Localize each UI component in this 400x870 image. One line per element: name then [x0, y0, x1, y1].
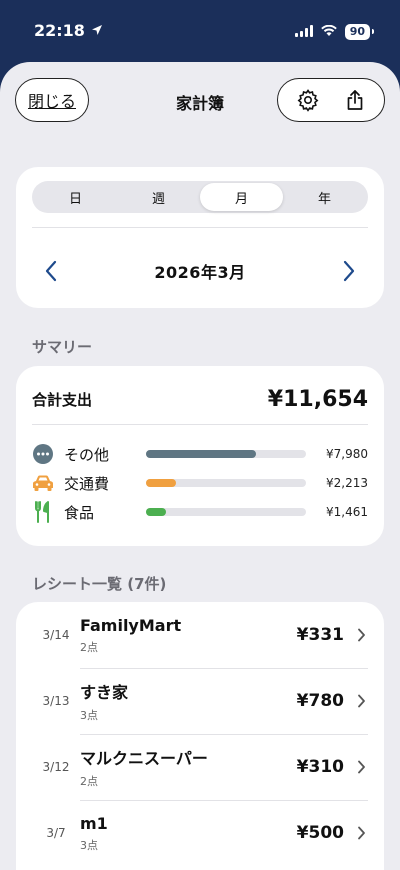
category-row: 交通費 ¥2,213 — [32, 471, 368, 495]
chevron-right-icon — [354, 694, 368, 708]
segment-2[interactable]: 月 — [200, 183, 283, 211]
status-bar: 22:18 90 — [0, 0, 400, 62]
category-name: 交通費 — [64, 474, 110, 493]
receipt-name: FamilyMart — [80, 615, 182, 635]
period-label: 2026年3月 — [154, 263, 246, 282]
receipt-date: 3/12 — [42, 760, 70, 774]
divider — [32, 424, 368, 425]
receipt-row[interactable]: 3/13 すき家 3点 ¥780 — [16, 668, 384, 734]
location-arrow-icon — [91, 21, 103, 40]
battery-indicator: 90 — [344, 23, 375, 40]
receipt-row[interactable]: 3/7 m1 3点 ¥500 — [16, 800, 384, 866]
category-name: 食品 — [64, 503, 95, 522]
receipt-row[interactable]: 3/14 FamilyMart 2点 ¥331 — [16, 602, 384, 668]
gear-icon[interactable] — [295, 87, 321, 113]
receipt-date: 3/13 — [42, 694, 70, 708]
nav-actions — [277, 78, 385, 122]
category-bar — [146, 508, 306, 516]
divider — [80, 800, 368, 801]
category-amount: ¥2,213 — [326, 476, 368, 490]
receipt-name: マルクニスーパー — [80, 749, 208, 768]
receipt-date: 3/7 — [46, 826, 66, 840]
receipt-name: m1 — [80, 813, 108, 833]
receipt-amount: ¥780 — [296, 691, 344, 711]
total-label: 合計支出 — [32, 390, 93, 409]
receipt-item-count: 2点 — [80, 775, 98, 788]
category-bar — [146, 479, 306, 487]
category-bar-fill — [146, 450, 256, 458]
category-amount: ¥1,461 — [326, 505, 368, 519]
period-segmented-control: 日週月年 — [32, 181, 368, 213]
segment-3[interactable]: 年 — [283, 183, 366, 211]
divider — [80, 734, 368, 735]
chevron-left-icon — [45, 260, 57, 282]
category-bar — [146, 450, 306, 458]
receipt-amount: ¥331 — [296, 625, 344, 645]
share-icon[interactable] — [342, 87, 368, 113]
segment-1[interactable]: 週 — [117, 183, 200, 211]
segment-0[interactable]: 日 — [34, 183, 117, 211]
previous-period-button[interactable] — [40, 260, 62, 282]
receipt-name: すき家 — [80, 683, 129, 702]
more-dots-icon — [32, 443, 54, 465]
summary-section-title: サマリー — [32, 338, 93, 356]
sheet: 閉じる 家計簿 日週月年 2026年3月 サマリー 合計支出 ¥11,654 そ… — [0, 62, 400, 870]
category-bar-fill — [146, 508, 166, 516]
receipt-item-count: 2点 — [80, 640, 98, 654]
divider — [80, 668, 368, 669]
receipt-item-count: 3点 — [80, 838, 98, 852]
signal-icon — [294, 22, 313, 41]
receipt-item-count: 3点 — [80, 709, 98, 722]
category-row: 食品 ¥1,461 — [32, 500, 368, 524]
category-row: その他 ¥7,980 — [32, 442, 368, 466]
receipt-date: 3/14 — [42, 628, 70, 642]
receipts-card: 3/14 FamilyMart 2点 ¥331 3/13 すき家 3点 ¥780 3/12 マルク… — [16, 602, 384, 870]
chevron-right-icon — [354, 628, 368, 642]
chevron-right-icon — [354, 760, 368, 774]
receipts-section-title: レシート一覧 (7件) — [32, 575, 167, 593]
total-value: ¥11,654 — [267, 386, 368, 412]
fork-knife-icon — [32, 501, 54, 523]
status-time: 22:18 — [34, 21, 103, 40]
category-name: その他 — [64, 445, 110, 464]
chevron-right-icon — [354, 826, 368, 840]
wifi-icon — [320, 22, 337, 41]
receipt-amount: ¥310 — [296, 757, 344, 777]
next-period-button[interactable] — [338, 260, 360, 282]
chevron-right-icon — [343, 260, 355, 282]
car-icon — [32, 472, 54, 494]
clock-text: 22:18 — [34, 21, 85, 40]
period-card: 日週月年 2026年3月 — [16, 167, 384, 308]
category-amount: ¥7,980 — [326, 447, 368, 461]
receipt-amount: ¥500 — [296, 823, 344, 843]
category-bar-fill — [146, 479, 177, 487]
summary-card: 合計支出 ¥11,654 その他 ¥7,980 交通費 ¥2,213 食品 ¥1,461 — [16, 366, 384, 546]
divider — [32, 227, 368, 228]
receipt-row[interactable]: 3/12 マルクニスーパー 2点 ¥310 — [16, 734, 384, 800]
